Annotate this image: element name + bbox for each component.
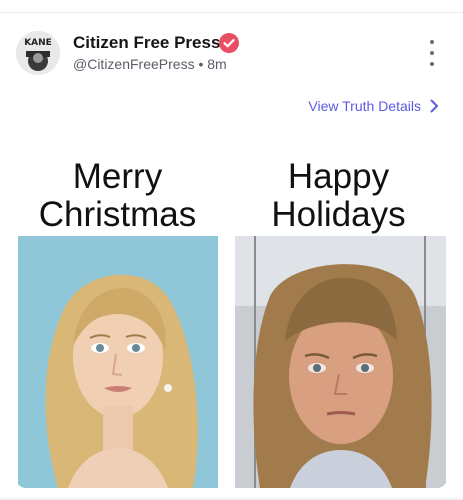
post-image[interactable]: Merry Christmas Happy Holidays [16, 146, 447, 488]
top-divider [0, 12, 463, 13]
right-portrait-photo [235, 236, 446, 488]
meta-separator: • [198, 56, 204, 72]
view-details-link[interactable]: View Truth Details [308, 98, 439, 114]
chevron-right-icon [430, 99, 438, 113]
verified-badge-icon [219, 33, 239, 53]
right-caption-line2: Holidays [271, 195, 406, 234]
right-caption-line1: Happy [287, 157, 390, 196]
left-caption: Merry Christmas [16, 158, 219, 234]
left-caption-line2: Christmas [38, 195, 197, 234]
more-options-button[interactable] [420, 40, 444, 66]
author-handle-line: @CitizenFreePress • 8m [73, 56, 227, 72]
author-name[interactable]: Citizen Free Press [73, 33, 220, 53]
avatar-image: KANE [16, 31, 60, 75]
left-caption-line1: Merry [72, 157, 163, 196]
post-time[interactable]: 8m [207, 56, 226, 72]
view-details-label: View Truth Details [308, 98, 421, 114]
more-vertical-icon [430, 40, 434, 44]
avatar-logo-text: KANE [24, 38, 52, 48]
avatar[interactable]: KANE [16, 31, 60, 75]
left-portrait-photo [18, 236, 218, 488]
author-handle[interactable]: @CitizenFreePress [73, 56, 195, 72]
right-caption: Happy Holidays [230, 158, 447, 234]
